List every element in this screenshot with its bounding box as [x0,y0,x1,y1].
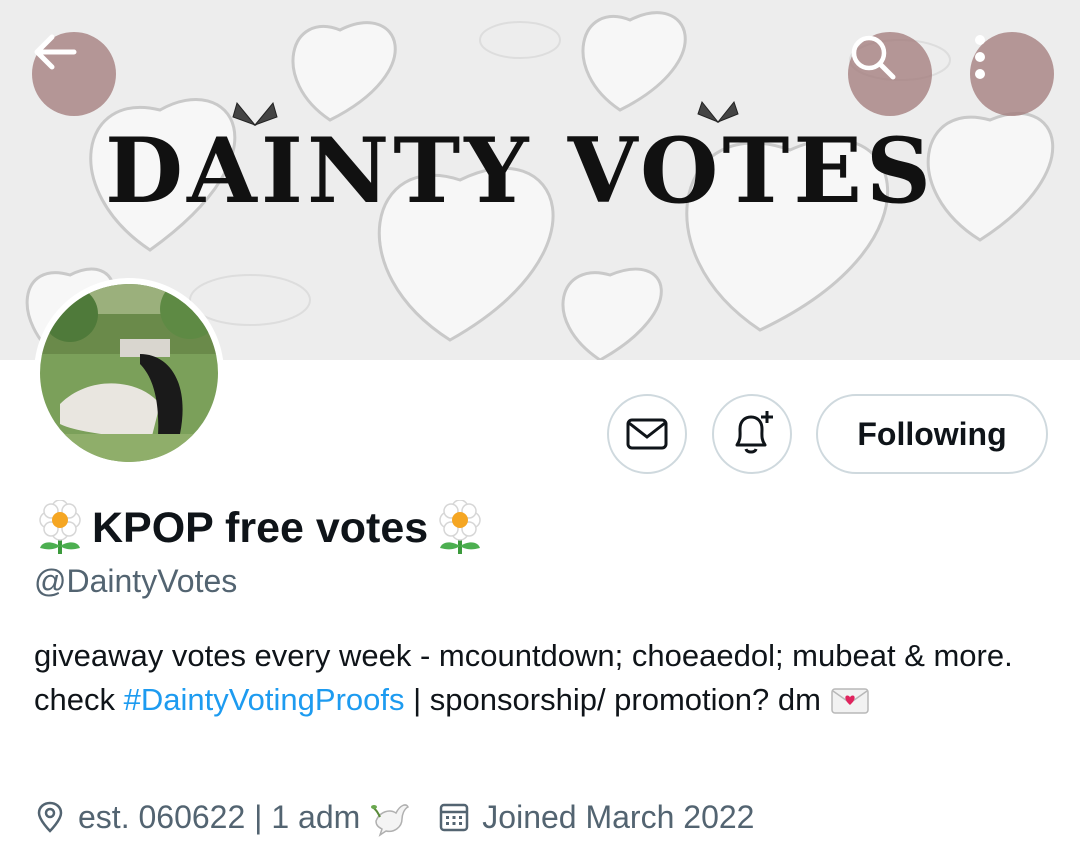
bell-plus-icon [735,411,773,454]
search-icon [851,35,896,80]
love-letter-emoji [830,688,869,714]
joined-item: Joined March 2022 [438,799,754,836]
profile-bio: giveaway votes every week - mcountdown; … [34,634,1044,722]
display-name-row: KPOP free votes [34,500,486,556]
dove-emoji [371,804,410,837]
daisy-emoji [39,500,81,554]
search-button[interactable] [848,32,932,116]
calendar-icon [440,803,469,832]
location-pin-icon [37,801,63,833]
profile-handle: @DaintyVotes [34,563,238,599]
notifications-button[interactable] [712,394,792,474]
hashtag-link[interactable]: #DaintyVotingProofs [124,682,405,717]
location-item: est. 060622 | 1 adm [34,797,412,837]
more-vertical-icon [975,35,985,79]
bio-text: | sponsorship/ promotion? dm [404,682,830,717]
daisy-emoji [439,500,481,554]
envelope-icon [626,418,668,450]
arrow-left-icon [34,34,77,70]
profile-avatar[interactable] [34,278,224,468]
following-button[interactable]: Following [816,394,1048,474]
more-button[interactable] [970,32,1054,116]
back-button[interactable] [32,32,116,116]
banner-title: DAINTY VOTES [104,118,935,224]
location-text: est. 060622 | 1 adm [78,798,361,835]
message-button[interactable] [607,394,687,474]
profile-meta: est. 060622 | 1 adm Joined March 2022 [34,792,754,842]
avatar-photo [40,284,218,462]
display-name: KPOP free votes [92,503,429,552]
joined-text: Joined March 2022 [482,798,755,835]
